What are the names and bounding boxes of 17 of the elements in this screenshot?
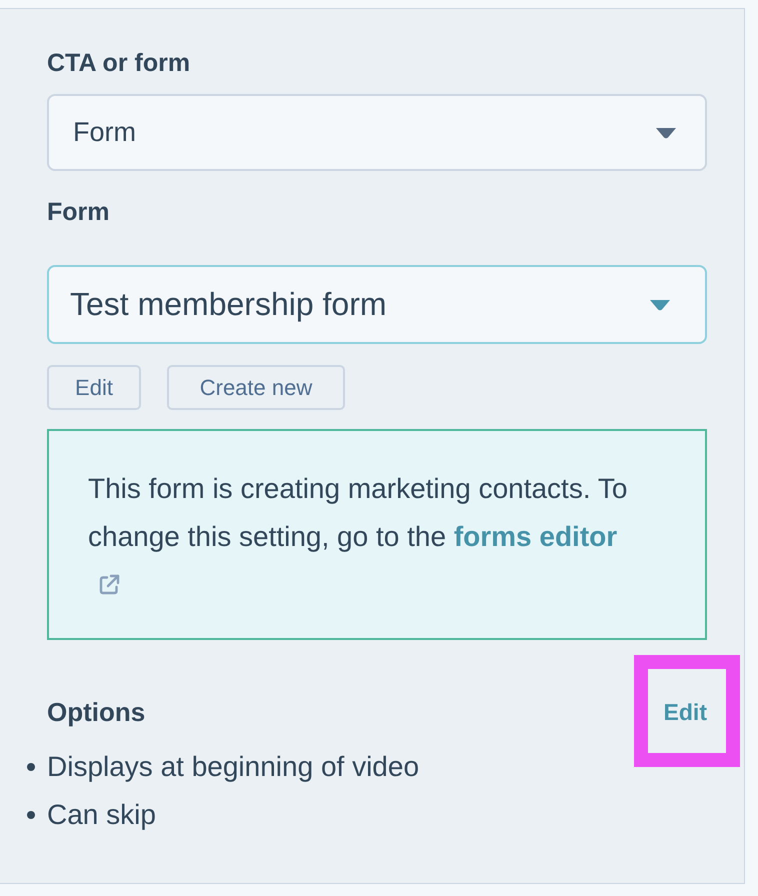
caret-icon	[649, 298, 671, 310]
bullet-icon	[27, 811, 35, 819]
dropdown-field[interactable]: Test membership form	[47, 265, 707, 344]
option-item: Can skip	[47, 798, 156, 832]
external-link-icon	[98, 574, 120, 596]
dropdown-field[interactable]: Form	[47, 94, 707, 171]
forms-editor-link[interactable]: forms editor	[454, 521, 618, 552]
field-label: CTA or form	[47, 48, 190, 78]
bullet-icon	[27, 763, 35, 771]
form-action-button[interactable]: Edit	[47, 365, 141, 410]
options-heading: Options	[47, 697, 146, 727]
form-action-button[interactable]: Create new	[167, 365, 345, 410]
caret-icon	[655, 126, 677, 138]
option-item: Displays at beginning of video	[47, 750, 420, 784]
edit-link[interactable]: Edit	[664, 697, 707, 727]
field-label: Form	[47, 197, 110, 227]
notice-text: This form is creating marketing contacts. To change this setting, go to the forms editor	[88, 472, 628, 554]
